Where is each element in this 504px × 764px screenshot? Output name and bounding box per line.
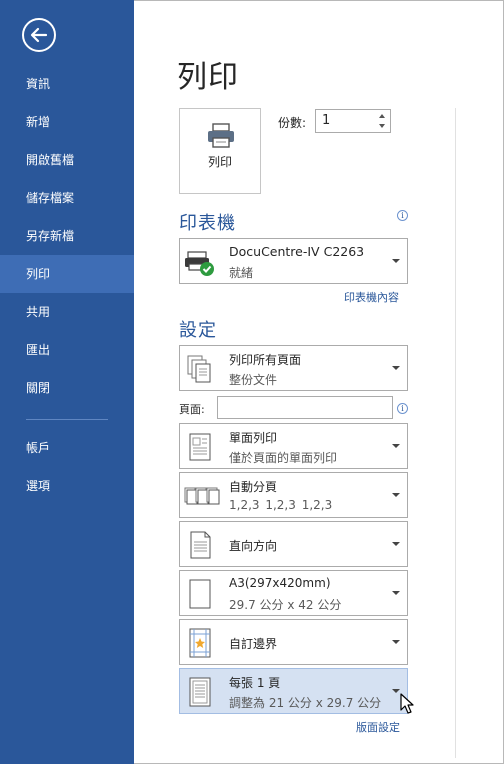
margins-dropdown[interactable]: 自訂邊界 — [179, 619, 408, 665]
printer-dropdown[interactable]: DocuCentre-IV C2263 就緒 — [179, 238, 408, 284]
sidebar-item-account[interactable]: 帳戶 — [0, 429, 134, 467]
backstage-sidebar: 資訊 新增 開啟舊檔 儲存檔案 另存新檔 列印 共用 匯出 關閉 帳戶 選項 — [0, 0, 134, 764]
mouse-cursor-icon — [400, 693, 414, 714]
sidebar-item-print[interactable]: 列印 — [0, 255, 134, 293]
settings-section-title: 設定 — [179, 320, 217, 341]
page-title: 列印 — [177, 60, 239, 95]
sidebar-item-close[interactable]: 關閉 — [0, 369, 134, 407]
dropdown-arrow-icon — [392, 640, 400, 644]
dropdown-arrow-icon — [392, 259, 400, 263]
info-icon[interactable]: i — [397, 403, 408, 414]
printer-icon — [208, 123, 234, 148]
dropdown-arrow-icon — [392, 591, 400, 595]
all-pages-icon — [187, 355, 211, 383]
sidebar-item-save[interactable]: 儲存檔案 — [0, 179, 134, 217]
print-button[interactable]: 列印 — [179, 108, 261, 194]
printer-status: 就緒 — [229, 266, 254, 280]
paper-size-title: A3(297x420mm) — [229, 576, 331, 590]
sidebar-item-info[interactable]: 資訊 — [0, 65, 134, 103]
sidebar-divider — [26, 419, 108, 420]
copies-label: 份數: — [278, 116, 307, 130]
copies-stepper[interactable]: 1 — [315, 109, 391, 133]
back-arrow-icon[interactable] — [22, 18, 56, 52]
printer-section-title: 印表機 — [179, 213, 236, 234]
collation-dropdown[interactable]: 自動分頁 1,2,3 1,2,3 1,2,3 — [179, 472, 408, 518]
custom-margins-icon — [189, 628, 211, 658]
dropdown-arrow-icon — [392, 542, 400, 546]
sidebar-item-open[interactable]: 開啟舊檔 — [0, 141, 134, 179]
print-button-label: 列印 — [207, 155, 232, 169]
print-range-dropdown[interactable]: 列印所有頁面 整份文件 — [179, 345, 408, 391]
one-sided-icon — [189, 433, 211, 461]
pages-label: 頁面: — [179, 403, 205, 416]
pages-per-sheet-subtitle: 調整為 21 公分 x 29.7 公分 — [229, 696, 382, 710]
orientation-title: 直向方向 — [229, 539, 278, 553]
paper-size-dropdown[interactable]: A3(297x420mm) 29.7 公分 x 42 公分 — [179, 570, 408, 616]
page-setup-link[interactable]: 版面設定 — [356, 719, 400, 735]
spin-down-icon[interactable] — [376, 121, 388, 131]
pages-per-sheet-title: 每張 1 頁 — [229, 676, 281, 690]
sidebar-item-share[interactable]: 共用 — [0, 293, 134, 331]
printer-status-icon — [185, 251, 214, 276]
paper-size-subtitle: 29.7 公分 x 42 公分 — [229, 598, 342, 612]
orientation-dropdown[interactable]: 直向方向 — [179, 521, 408, 567]
pages-input[interactable] — [217, 396, 393, 419]
pages-per-sheet-dropdown[interactable]: 每張 1 頁 調整為 21 公分 x 29.7 公分 — [179, 668, 408, 714]
sidebar-item-export[interactable]: 匯出 — [0, 331, 134, 369]
pages-per-sheet-icon — [189, 677, 211, 707]
preview-divider — [455, 108, 456, 758]
dropdown-arrow-icon — [392, 689, 400, 693]
printer-properties-link[interactable]: 印表機內容 — [344, 289, 399, 305]
portrait-icon — [190, 531, 211, 559]
print-range-title: 列印所有頁面 — [229, 353, 302, 367]
sides-dropdown[interactable]: 單面列印 僅於頁面的單面列印 — [179, 423, 408, 469]
paper-size-icon — [189, 579, 211, 609]
dropdown-arrow-icon — [392, 493, 400, 497]
printer-name: DocuCentre-IV C2263 — [229, 244, 365, 259]
spin-up-icon[interactable] — [376, 111, 388, 121]
sides-subtitle: 僅於頁面的單面列印 — [229, 451, 338, 465]
dropdown-arrow-icon — [392, 444, 400, 448]
sidebar-item-new[interactable]: 新增 — [0, 103, 134, 141]
info-icon[interactable]: i — [397, 210, 408, 221]
margins-title: 自訂邊界 — [229, 637, 278, 651]
dropdown-arrow-icon — [392, 366, 400, 370]
sidebar-item-options[interactable]: 選項 — [0, 467, 134, 505]
collation-subtitle: 1,2,3 1,2,3 1,2,3 — [229, 498, 333, 512]
collation-title: 自動分頁 — [229, 480, 278, 494]
collated-icon — [184, 487, 220, 505]
sides-title: 單面列印 — [229, 431, 278, 445]
sidebar-item-save-as[interactable]: 另存新檔 — [0, 217, 134, 255]
print-range-subtitle: 整份文件 — [229, 373, 278, 387]
copies-value[interactable]: 1 — [322, 113, 330, 128]
